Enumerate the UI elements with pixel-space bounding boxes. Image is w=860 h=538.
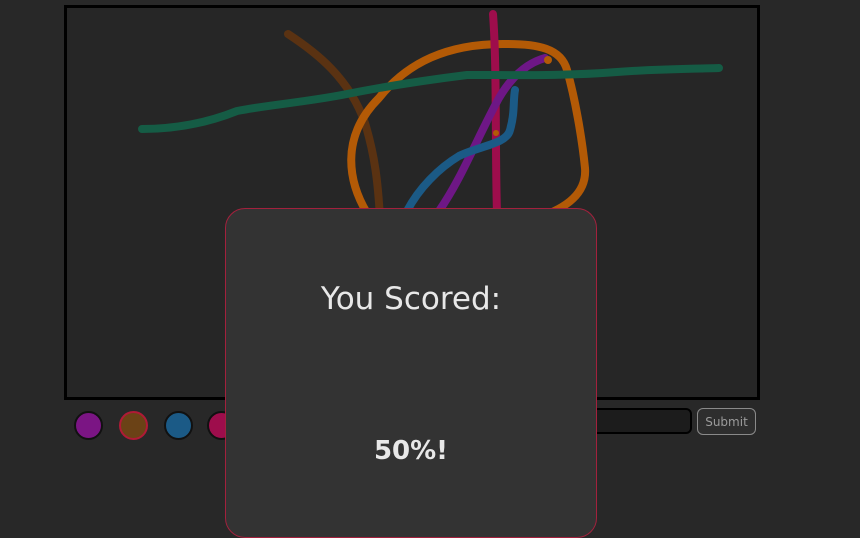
stroke-brown xyxy=(284,30,384,222)
score-value: 50%! xyxy=(373,436,449,466)
color-swatch-blue[interactable] xyxy=(164,411,193,440)
stroke-dot-orange-small xyxy=(493,130,499,136)
stroke-dot-orange xyxy=(544,56,552,64)
score-title: You Scored: xyxy=(320,281,502,317)
stroke-green xyxy=(138,64,723,133)
guess-input[interactable] xyxy=(590,408,692,434)
score-modal: You Scored: 50%! xyxy=(225,208,597,538)
color-swatch-brown[interactable] xyxy=(119,411,148,440)
stroke-orange xyxy=(347,39,590,222)
submit-button[interactable]: Submit xyxy=(697,408,756,435)
color-swatch-purple[interactable] xyxy=(74,411,103,440)
